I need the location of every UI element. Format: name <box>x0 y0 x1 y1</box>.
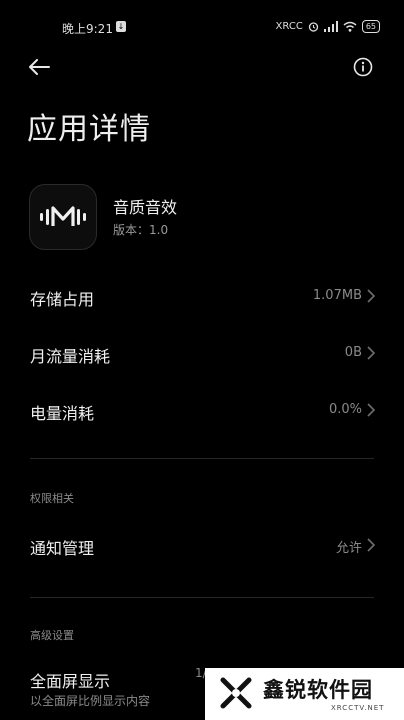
data-usage-value: 0B <box>344 345 362 360</box>
section-divider <box>30 458 374 459</box>
status-bar: 晚上9:21 ↓ XRCC 65 <box>0 0 404 52</box>
watermark-sub: XRCCTV.NET <box>331 704 385 712</box>
page-title: 应用详情 <box>27 112 151 147</box>
signal-icon <box>323 20 338 32</box>
network-status-label: XRCC <box>275 20 303 32</box>
info-button[interactable] <box>350 54 376 80</box>
data-usage-label: 月流量消耗 <box>30 347 111 366</box>
battery-usage-row[interactable]: 电量消耗 0.0% <box>0 390 404 430</box>
battery-usage-value: 0.0% <box>328 402 362 417</box>
watermark-brand: 鑫锐软件园 <box>263 678 373 702</box>
advanced-section-title: 高级设置 <box>30 629 74 642</box>
storage-row[interactable]: 存储占用 1.07MB <box>0 276 404 316</box>
section-divider <box>30 597 374 598</box>
notification-management-value: 允许 <box>335 541 362 556</box>
back-arrow-icon <box>29 59 50 75</box>
data-usage-row[interactable]: 月流量消耗 0B <box>0 333 404 373</box>
storage-value: 1.07MB <box>312 288 362 303</box>
watermark: 鑫锐软件园 XRCCTV.NET <box>205 668 404 720</box>
app-version: 版本：1.0 <box>113 223 169 237</box>
chevron-right-icon <box>367 346 376 360</box>
info-icon <box>353 57 373 77</box>
chevron-right-icon <box>367 538 376 552</box>
storage-label: 存储占用 <box>30 290 95 309</box>
download-status-icon: ↓ <box>116 21 126 32</box>
notification-management-label: 通知管理 <box>30 539 95 558</box>
wifi-icon <box>343 21 357 32</box>
chevron-right-icon <box>367 403 376 417</box>
app-name: 音质音效 <box>113 198 178 217</box>
watermark-logo-icon <box>220 677 252 709</box>
chevron-right-icon <box>367 289 376 303</box>
battery-icon: 65 <box>361 19 380 33</box>
back-button[interactable] <box>26 54 52 80</box>
permissions-section-title: 权限相关 <box>30 492 74 505</box>
app-icon <box>29 184 97 250</box>
battery-usage-label: 电量消耗 <box>30 404 95 423</box>
notification-management-row[interactable]: 通知管理 允许 <box>0 525 404 565</box>
status-time: 晚上9:21 <box>62 22 113 36</box>
fullscreen-display-title: 全面屏显示 <box>30 672 111 691</box>
status-icons: XRCC 65 <box>276 18 380 34</box>
alarm-icon <box>308 21 318 32</box>
fullscreen-display-description: 以全面屏比例显示内容 <box>30 694 151 708</box>
sound-wave-icon <box>40 206 86 226</box>
